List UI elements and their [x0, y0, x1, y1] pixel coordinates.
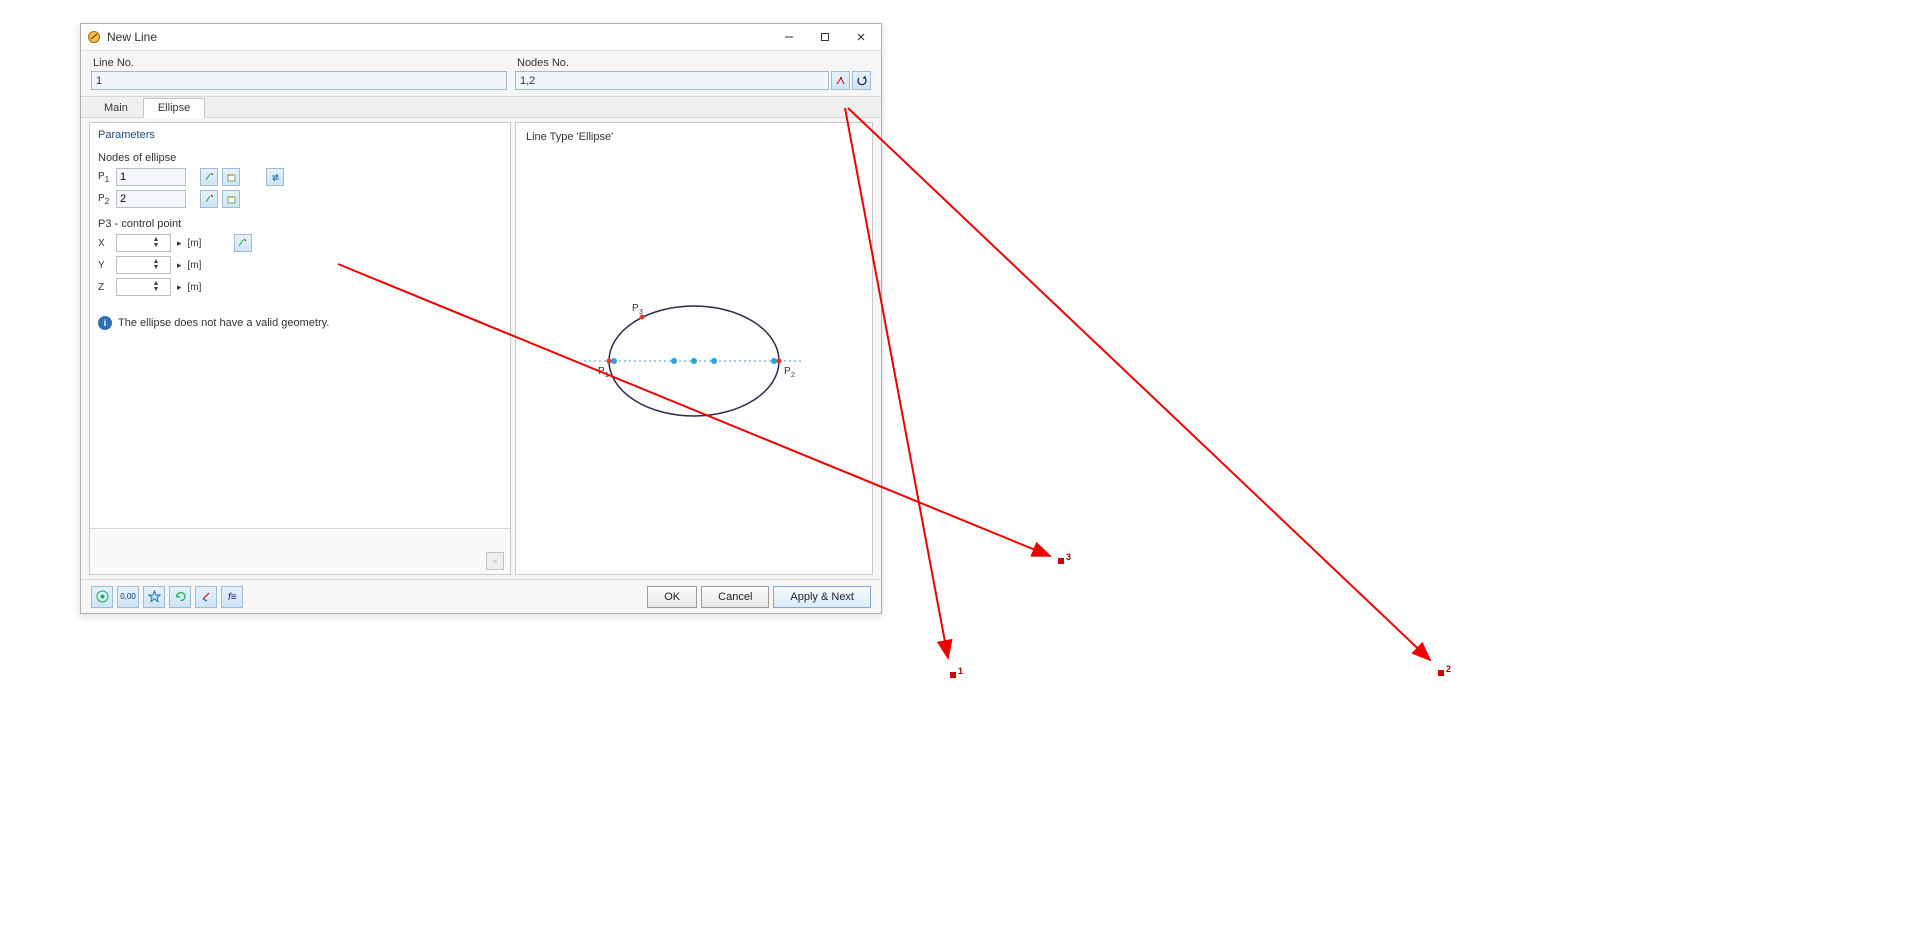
parameters-title: Parameters — [90, 123, 510, 144]
x-label: X — [98, 238, 112, 249]
tab-ellipse[interactable]: Ellipse — [143, 98, 205, 118]
z-row: Z ▲▼ ▸ [m] — [98, 278, 502, 296]
maximize-button[interactable] — [807, 26, 843, 48]
pick-nodes-button[interactable] — [831, 71, 850, 90]
p1-row: P1 — [98, 168, 502, 186]
favorite-button[interactable] — [143, 586, 165, 608]
dialog-body: Parameters Nodes of ellipse P1 — [81, 118, 881, 579]
apply-next-button[interactable]: Apply & Next — [773, 586, 871, 608]
preview-panel: Line Type 'Ellipse' P 1 — [515, 122, 873, 575]
y-row: Y ▲▼ ▸ [m] — [98, 256, 502, 274]
minimize-button[interactable] — [771, 26, 807, 48]
p2-label: P2 — [98, 193, 112, 206]
dialog-footer: 0,00 f≡ OK Cancel Apply & Next — [81, 579, 881, 613]
cad-node-3-marker — [1058, 558, 1064, 564]
cancel-button[interactable]: Cancel — [701, 586, 769, 608]
nodes-no-wrap — [515, 71, 871, 90]
attach-button[interactable] — [486, 552, 504, 570]
y-value[interactable] — [121, 258, 151, 272]
z-unit: [m] — [188, 282, 208, 293]
info-icon: i — [98, 316, 112, 330]
comment-area[interactable] — [90, 528, 510, 574]
x-spinner[interactable]: ▲▼ — [151, 237, 161, 249]
x-row: X ▲▼ ▸ [m] — [98, 234, 502, 252]
window-title: New Line — [107, 30, 771, 44]
y-unit-arrow[interactable]: ▸ — [175, 260, 184, 271]
units-button[interactable]: 0,00 — [117, 586, 139, 608]
line-no-label: Line No. — [91, 55, 507, 71]
parameters-panel: Parameters Nodes of ellipse P1 — [89, 122, 511, 575]
y-unit: [m] — [188, 260, 208, 271]
line-no-input[interactable] — [91, 71, 507, 90]
z-unit-arrow[interactable]: ▸ — [175, 282, 184, 293]
z-value[interactable] — [121, 280, 151, 294]
z-input[interactable]: ▲▼ — [116, 278, 171, 296]
x-input[interactable]: ▲▼ — [116, 234, 171, 252]
p2-new-button[interactable] — [222, 190, 240, 208]
clear-button[interactable] — [195, 586, 217, 608]
app-icon — [87, 30, 101, 44]
ellipse-preview-svg: P 1 P 2 P 3 — [544, 261, 844, 461]
help-button[interactable] — [91, 586, 113, 608]
nodes-no-input[interactable] — [515, 71, 829, 90]
reset-button[interactable] — [169, 586, 191, 608]
p1-new-button[interactable] — [222, 168, 240, 186]
preview-title: Line Type 'Ellipse' — [516, 123, 872, 147]
upper-labels: Line No. Nodes No. — [81, 51, 881, 71]
y-label: Y — [98, 260, 112, 271]
nodes-no-label: Nodes No. — [515, 55, 871, 71]
p1-input[interactable] — [116, 168, 186, 186]
preview-canvas: P 1 P 2 P 3 — [516, 147, 872, 574]
new-line-dialog: New Line Line No. Nodes No. Main El — [80, 23, 882, 614]
cad-node-3-label: 3 — [1066, 552, 1071, 562]
ok-button[interactable]: OK — [647, 586, 697, 608]
z-spinner[interactable]: ▲▼ — [151, 281, 161, 293]
cad-node-1-marker — [950, 672, 956, 678]
validation-message: The ellipse does not have a valid geomet… — [118, 317, 329, 329]
p1-label: P1 — [98, 171, 112, 184]
cad-node-1-label: 1 — [958, 666, 963, 676]
svg-text:P: P — [632, 303, 639, 314]
svg-text:2: 2 — [791, 372, 795, 379]
close-button[interactable] — [843, 26, 879, 48]
p2-pick-button[interactable] — [200, 190, 218, 208]
reverse-nodes-button[interactable] — [852, 71, 871, 90]
svg-text:P: P — [598, 366, 605, 377]
tab-bar: Main Ellipse — [81, 96, 881, 118]
tab-main[interactable]: Main — [89, 98, 143, 118]
p2-row: P2 — [98, 190, 502, 208]
y-spinner[interactable]: ▲▼ — [151, 259, 161, 271]
titlebar: New Line — [81, 24, 881, 51]
svg-text:1: 1 — [605, 372, 609, 379]
svg-text:P: P — [784, 366, 791, 377]
script-button[interactable]: f≡ — [221, 586, 243, 608]
upper-fields — [81, 71, 881, 96]
x-value[interactable] — [121, 236, 151, 250]
x-unit: [m] — [188, 238, 208, 249]
p1-pick-button[interactable] — [200, 168, 218, 186]
cad-node-2-marker — [1438, 670, 1444, 676]
swap-p1p2-button[interactable] — [266, 168, 284, 186]
p3-pick-button[interactable] — [234, 234, 252, 252]
svg-text:3: 3 — [639, 309, 643, 316]
x-unit-arrow[interactable]: ▸ — [175, 238, 184, 249]
y-input[interactable]: ▲▼ — [116, 256, 171, 274]
parameters-body: Nodes of ellipse P1 — [90, 144, 510, 308]
p2-input[interactable] — [116, 190, 186, 208]
validation-row: i The ellipse does not have a valid geom… — [90, 308, 510, 334]
svg-text:f≡: f≡ — [228, 592, 237, 603]
z-label: Z — [98, 282, 112, 293]
nodes-of-ellipse-label: Nodes of ellipse — [98, 152, 502, 164]
cad-node-2-label: 2 — [1446, 664, 1451, 674]
p3-heading: P3 - control point — [98, 218, 502, 230]
